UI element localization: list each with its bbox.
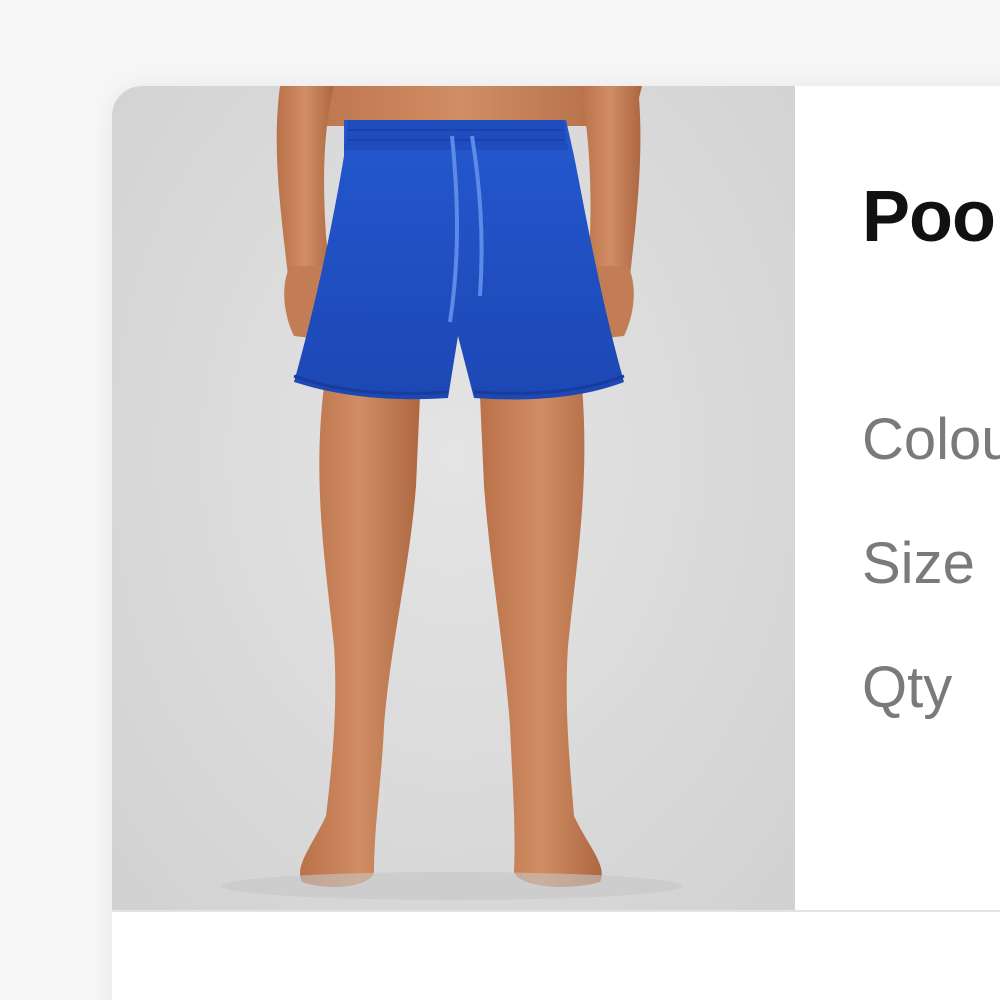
product-image[interactable] (112, 86, 795, 910)
colour-label: Colou (862, 407, 1000, 472)
divider (112, 910, 1000, 912)
cart-item-card: Poo Colou Size Qty (112, 86, 1000, 1000)
size-label: Size (862, 531, 975, 596)
qty-label: Qty (862, 655, 953, 720)
product-title[interactable]: Poo (862, 176, 996, 258)
shorts-photo-illustration (222, 86, 682, 900)
page: Poo Colou Size Qty (0, 0, 1000, 1000)
product-info: Poo Colou Size Qty (862, 86, 1000, 910)
